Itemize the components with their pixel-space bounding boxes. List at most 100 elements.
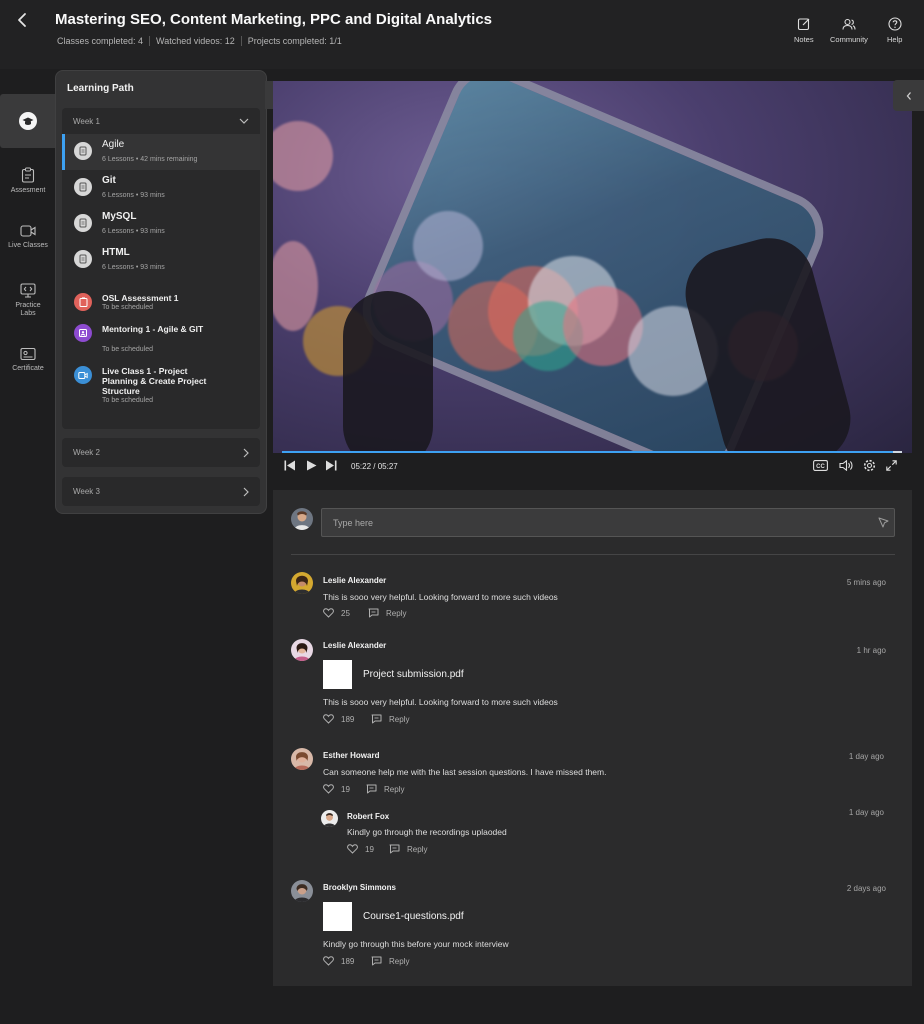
- task-status: To be scheduled: [102, 397, 153, 404]
- attachment-name: Course1-questions.pdf: [363, 911, 464, 922]
- file-thumbnail: [323, 902, 352, 931]
- course-meta: 6 Lessons • 93 mins: [102, 264, 165, 271]
- rail-label-practice-labs: Practice Labs: [15, 302, 41, 318]
- like-count: 189: [341, 714, 355, 724]
- reply-icon: [368, 608, 379, 618]
- notes-button[interactable]: Notes: [794, 17, 814, 44]
- play-icon[interactable]: [306, 460, 317, 471]
- course-item-html[interactable]: HTML 6 Lessons • 93 mins: [62, 242, 260, 278]
- reply-icon: [366, 784, 377, 794]
- task-name: Live Class 1 - Project Planning & Create…: [102, 366, 207, 396]
- like-count: 189: [341, 956, 355, 966]
- reply-icon: [371, 956, 382, 966]
- course-name: MySQL: [102, 211, 137, 222]
- week-1-label: Week 1: [73, 116, 100, 126]
- rail-item-assessment[interactable]: Assesment: [0, 167, 56, 195]
- comment-author[interactable]: Leslie Alexander: [323, 641, 386, 650]
- like-button[interactable]: 189: [323, 714, 354, 724]
- like-button[interactable]: 19: [323, 784, 350, 794]
- reply-text: Kindly go through the recordings uplaode…: [347, 827, 507, 837]
- week-2-header[interactable]: Week 2: [62, 438, 260, 467]
- graduation-cap-icon: [19, 112, 37, 130]
- like-button[interactable]: 19: [347, 844, 374, 854]
- week-3-header[interactable]: Week 3: [62, 477, 260, 506]
- comments-divider: [291, 554, 895, 555]
- time-separator: /: [373, 462, 376, 471]
- task-name: Mentoring 1 - Agile & GIT: [102, 324, 204, 334]
- reply-label: Reply: [407, 844, 428, 854]
- like-button[interactable]: 189: [323, 956, 354, 966]
- reply-author[interactable]: Robert Fox: [347, 812, 389, 821]
- course-item-agile[interactable]: Agile 6 Lessons • 42 mins remaining: [62, 134, 260, 170]
- help-button[interactable]: Help: [887, 17, 902, 44]
- course-meta: 6 Lessons • 42 mins remaining: [102, 156, 198, 163]
- course-item-mysql[interactable]: MySQL 6 Lessons • 93 mins: [62, 206, 260, 242]
- reply-button[interactable]: Reply: [368, 608, 406, 618]
- reply-button[interactable]: Reply: [389, 844, 427, 854]
- mentoring-icon: [74, 324, 92, 342]
- like-count: 25: [341, 608, 350, 618]
- certificate-icon: [20, 347, 36, 361]
- comment-timestamp: 1 hr ago: [856, 646, 886, 655]
- avatar: [291, 639, 313, 661]
- avatar: [291, 880, 313, 902]
- reply-button[interactable]: Reply: [371, 956, 409, 966]
- closed-captions-icon[interactable]: CC: [813, 460, 828, 471]
- community-button[interactable]: Community: [830, 17, 868, 44]
- settings-gear-icon[interactable]: [863, 459, 876, 472]
- fullscreen-icon[interactable]: [886, 460, 897, 471]
- comment-input[interactable]: [321, 508, 895, 537]
- video-progress-bar[interactable]: [282, 451, 893, 453]
- volume-icon[interactable]: [839, 460, 853, 471]
- comment-author[interactable]: Leslie Alexander: [323, 576, 386, 585]
- document-icon: [74, 250, 92, 268]
- rail-item-learning-path[interactable]: [0, 111, 56, 135]
- comment-text: Kindly go through this before your mock …: [323, 939, 509, 949]
- rail-item-live-classes[interactable]: Live Classes: [0, 224, 56, 250]
- comment-timestamp: 2 days ago: [846, 884, 886, 893]
- reply-button[interactable]: Reply: [366, 784, 404, 794]
- like-button[interactable]: 25: [323, 608, 350, 618]
- task-name: OSL Assessment 1: [102, 293, 179, 303]
- course-item-git[interactable]: Git 6 Lessons • 93 mins: [62, 170, 260, 206]
- comment-author[interactable]: Esther Howard: [323, 751, 379, 760]
- rail-label-certificate: Certificate: [12, 365, 44, 372]
- task-item-osl-assessment[interactable]: OSL Assessment 1 To be scheduled: [62, 293, 260, 317]
- current-time: 05:22: [351, 462, 372, 471]
- assessment-icon: [74, 293, 92, 311]
- task-item-mentoring[interactable]: Mentoring 1 - Agile & GIT To be schedule…: [62, 324, 260, 358]
- expand-side-panel-button[interactable]: [893, 80, 924, 111]
- reply-label: Reply: [389, 714, 410, 724]
- video-player[interactable]: [273, 81, 912, 453]
- comment-text: Can someone help me with the last sessio…: [323, 767, 607, 777]
- week-3-section[interactable]: Week 3: [62, 477, 260, 506]
- task-status: To be scheduled: [102, 304, 153, 311]
- video-time: 05:22 / 05:27: [351, 462, 398, 471]
- video-camera-icon: [20, 225, 36, 237]
- video-controls: 05:22 / 05:27 CC: [273, 455, 912, 479]
- rail-item-practice-labs[interactable]: Practice Labs: [0, 283, 56, 319]
- skip-forward-icon[interactable]: [325, 460, 337, 471]
- reply-button[interactable]: Reply: [371, 714, 409, 724]
- svg-text:CC: CC: [816, 464, 825, 470]
- stats-divider: [240, 36, 242, 46]
- week-1-section: Week 1 Agile 6 Lessons • 42 mins remaini…: [62, 108, 260, 429]
- rail-item-certificate[interactable]: Certificate: [0, 347, 56, 373]
- watched-videos: Watched videos: 12: [156, 36, 235, 46]
- document-icon: [74, 214, 92, 232]
- week-2-section[interactable]: Week 2: [62, 438, 260, 467]
- week-1-header[interactable]: Week 1: [62, 108, 260, 134]
- top-header: Mastering SEO, Content Marketing, PPC an…: [0, 0, 924, 62]
- send-icon[interactable]: [878, 517, 889, 528]
- course-title: Mastering SEO, Content Marketing, PPC an…: [55, 11, 493, 28]
- attachment[interactable]: Course1-questions.pdf: [323, 902, 464, 931]
- attachment[interactable]: Project submission.pdf: [323, 660, 464, 689]
- attachment-name: Project submission.pdf: [363, 669, 464, 680]
- task-item-live-class[interactable]: Live Class 1 - Project Planning & Create…: [62, 366, 260, 410]
- comment-author[interactable]: Brooklyn Simmons: [323, 883, 396, 892]
- avatar: [291, 748, 313, 770]
- back-arrow-icon[interactable]: [14, 11, 32, 29]
- comment-text: This is sooo very helpful. Looking forwa…: [323, 697, 558, 707]
- current-user-avatar: [291, 508, 313, 530]
- skip-back-icon[interactable]: [284, 460, 296, 471]
